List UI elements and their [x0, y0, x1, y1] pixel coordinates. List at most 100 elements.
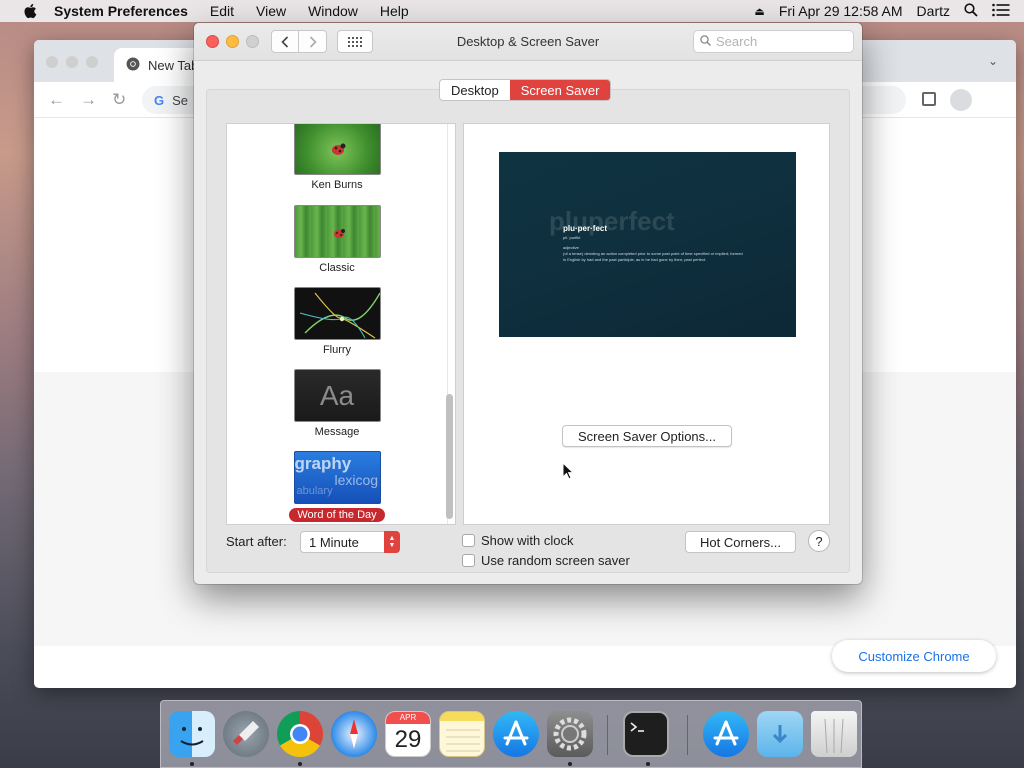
eject-icon[interactable]: ⏏: [754, 5, 764, 18]
thumb-word-1: graphy: [294, 454, 352, 473]
word-of-the-day-thumbnail: graphy lexicog abulary: [293, 451, 381, 504]
chrome-traffic-lights: [46, 56, 98, 68]
calendar-month: APR: [386, 712, 430, 724]
customize-chrome-button[interactable]: Customize Chrome: [832, 640, 996, 672]
dock-chrome-icon[interactable]: [277, 711, 323, 757]
dock-separator: [607, 715, 608, 755]
history-nav: [271, 30, 327, 53]
dock-app-store-icon[interactable]: [493, 711, 539, 757]
show-all-button[interactable]: [337, 30, 373, 53]
saver-label: Classic: [319, 262, 355, 274]
help-button[interactable]: ?: [808, 530, 830, 552]
saver-label: Flurry: [322, 344, 352, 356]
chrome-zoom-button[interactable]: [86, 56, 98, 68]
saver-label: Ken Burns: [311, 179, 363, 191]
thumb-word-2: lexicog: [334, 472, 379, 488]
ladybug-icon: [331, 143, 345, 155]
dock-trash-icon[interactable]: [811, 711, 857, 757]
ladybug-icon: [333, 229, 345, 238]
window-titlebar: Desktop & Screen Saver Search: [194, 23, 862, 61]
flurry-thumbnail: [293, 287, 381, 340]
dock-system-preferences-icon[interactable]: [547, 711, 593, 757]
thumb-word-3: abulary: [296, 485, 333, 497]
menu-bar: System Preferences Edit View Window Help…: [0, 0, 1024, 22]
random-screen-saver-label: Use random screen saver: [481, 553, 630, 568]
classic-thumbnail: [293, 205, 381, 258]
preview-definition: (of a tense) denoting an action complete…: [563, 251, 743, 262]
saver-item-flurry[interactable]: Flurry: [227, 287, 447, 356]
menu-user[interactable]: Dartz: [917, 3, 950, 19]
show-with-clock-checkbox[interactable]: Show with clock: [462, 533, 573, 548]
dock-running-indicator: [646, 762, 650, 766]
chrome-reload-icon[interactable]: ↻: [112, 90, 126, 110]
checkbox-box[interactable]: [462, 554, 475, 567]
start-after-value: 1 Minute: [309, 534, 359, 550]
spotlight-search-icon[interactable]: [964, 2, 978, 20]
dock-terminal-icon[interactable]: [623, 711, 669, 757]
hot-corners-button[interactable]: Hot Corners...: [685, 531, 796, 553]
ken-burns-thumbnail: [293, 124, 381, 175]
screen-saver-preview: pluperfect plu·per·fect pliːˈpərfikt adj…: [499, 152, 796, 337]
start-after-select[interactable]: 1 Minute ▲ ▼: [300, 531, 400, 553]
chrome-tab-title: New Tab: [148, 57, 199, 73]
dock-downloads-folder-icon[interactable]: [757, 711, 803, 757]
screen-saver-list[interactable]: Ken Burns Classic Flurry Aa Message grap…: [226, 123, 456, 525]
google-g-icon: G: [154, 92, 165, 108]
desktop-screensaver-window: Desktop & Screen Saver Search Desktop Sc…: [194, 23, 862, 584]
tab-desktop[interactable]: Desktop: [440, 80, 510, 100]
random-screen-saver-checkbox[interactable]: Use random screen saver: [462, 553, 630, 568]
dock-running-indicator: [190, 762, 194, 766]
menu-help[interactable]: Help: [380, 3, 409, 19]
list-scrollbar[interactable]: [446, 394, 453, 519]
chrome-close-button[interactable]: [46, 56, 58, 68]
dock-launchpad-icon[interactable]: [223, 711, 269, 757]
dock-app-store-downloads-icon[interactable]: [703, 711, 749, 757]
preview-word: plu·per·fect: [563, 224, 607, 233]
saver-item-word-of-the-day[interactable]: graphy lexicog abulary Word of the Day: [227, 451, 447, 522]
app-name-menu[interactable]: System Preferences: [54, 3, 188, 19]
flurry-icon: [299, 292, 380, 339]
chrome-forward-icon[interactable]: →: [80, 90, 97, 110]
dock-running-indicator: [298, 762, 302, 766]
dock-calendar-icon[interactable]: APR 29: [385, 711, 431, 757]
chrome-profile-avatar[interactable]: [950, 89, 972, 111]
chrome-favicon-icon: [126, 57, 140, 74]
pane-tabs: Desktop Screen Saver: [439, 79, 612, 101]
screen-saver-options-button[interactable]: Screen Saver Options...: [562, 425, 732, 447]
menu-edit[interactable]: Edit: [210, 3, 234, 19]
dock-running-indicator: [568, 762, 572, 766]
search-field[interactable]: Search: [693, 30, 854, 53]
chrome-minimize-button[interactable]: [66, 56, 78, 68]
menu-clock[interactable]: Fri Apr 29 12:58 AM: [779, 3, 903, 19]
mouse-pointer-icon: [562, 461, 575, 483]
chrome-back-icon[interactable]: ←: [48, 90, 65, 110]
dock-notes-icon[interactable]: [439, 711, 485, 757]
preview-pronunciation: pliːˈpərfikt: [563, 235, 581, 240]
preview-area: pluperfect plu·per·fect pliːˈpərfikt adj…: [463, 123, 830, 525]
show-with-clock-label: Show with clock: [481, 533, 574, 548]
notification-center-icon[interactable]: [992, 3, 1010, 20]
chrome-tab-search-chevron-icon[interactable]: ⌄: [988, 54, 998, 68]
apple-menu-icon[interactable]: [20, 3, 40, 19]
dock-finder-icon[interactable]: [169, 711, 215, 757]
forward-button[interactable]: [299, 30, 327, 53]
message-thumbnail-text: Aa: [319, 379, 355, 411]
saver-item-message[interactable]: Aa Message: [227, 369, 447, 438]
checkbox-box[interactable]: [462, 534, 475, 547]
saver-label-selected: Word of the Day: [289, 508, 385, 522]
dock: APR 29: [160, 700, 862, 768]
saver-item-ken-burns[interactable]: Ken Burns: [227, 124, 447, 191]
back-button[interactable]: [271, 30, 299, 53]
tab-screen-saver[interactable]: Screen Saver: [509, 80, 611, 100]
dock-safari-icon[interactable]: [331, 711, 377, 757]
message-thumbnail: Aa: [293, 369, 381, 422]
menu-view[interactable]: View: [256, 3, 286, 19]
search-icon: [700, 34, 711, 49]
saver-label: Message: [314, 426, 360, 438]
menu-window[interactable]: Window: [308, 3, 358, 19]
chrome-omnibox-text: Se: [172, 92, 189, 108]
start-after-label: Start after:: [226, 534, 287, 549]
dock-separator: [687, 715, 688, 755]
chrome-side-panel-icon[interactable]: [922, 92, 936, 106]
saver-item-classic[interactable]: Classic: [227, 205, 447, 274]
